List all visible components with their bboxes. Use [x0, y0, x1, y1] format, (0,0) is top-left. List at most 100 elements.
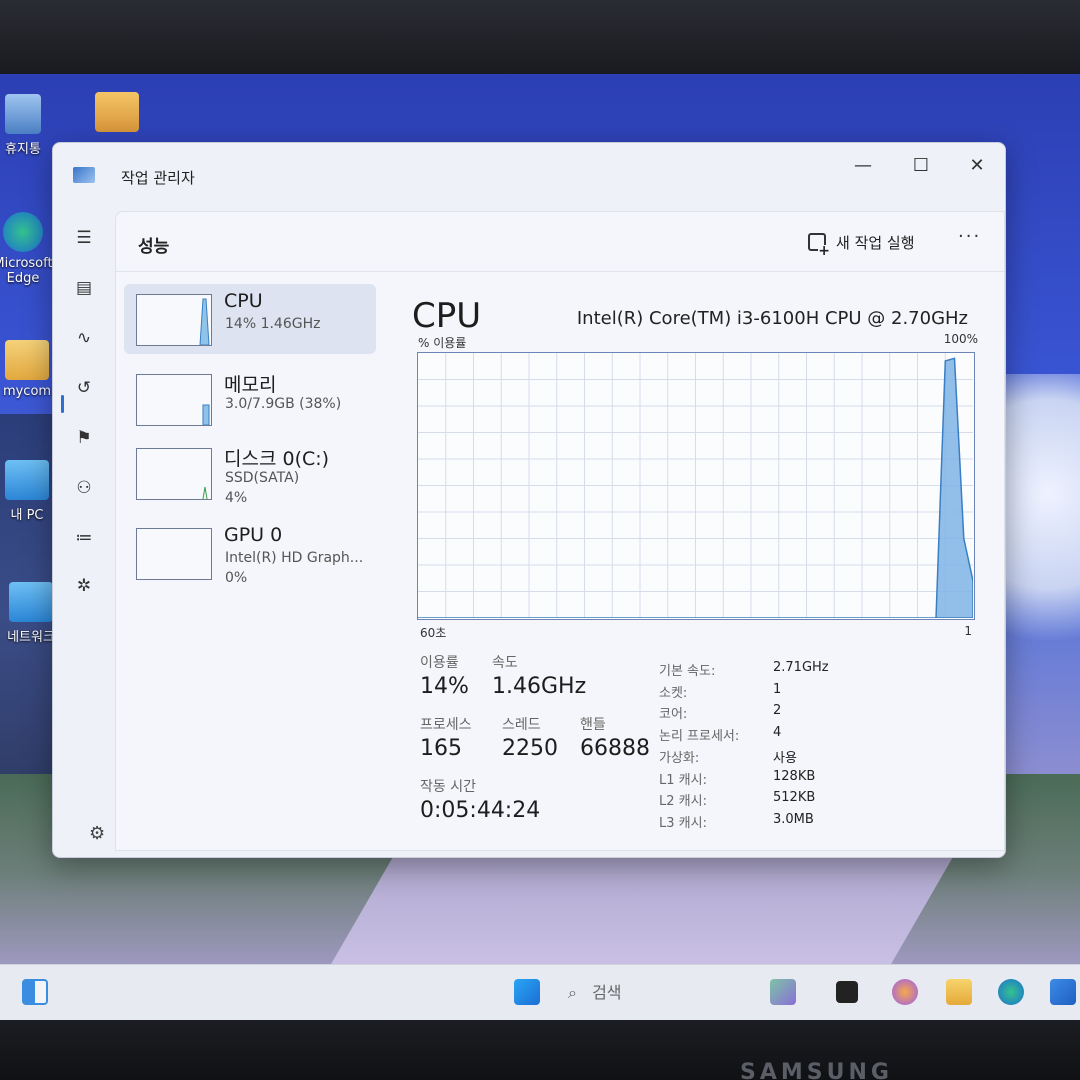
- folder-icon: [5, 340, 49, 380]
- spec-key: L1 캐시:: [659, 772, 707, 788]
- hamburger-menu-icon[interactable]: ☰: [73, 227, 95, 249]
- desktop-icon-label: 휴지통: [5, 142, 41, 157]
- device-thumbnail: [136, 528, 212, 580]
- taskbar: ⌕ 검색: [0, 964, 1080, 1020]
- desktop-icon-edge[interactable]: Microsoft Edge: [0, 212, 58, 286]
- task-view-icon[interactable]: [836, 981, 858, 1003]
- file-explorer-icon[interactable]: [946, 979, 972, 1005]
- copilot-icon[interactable]: [892, 979, 918, 1005]
- y-axis-max-label: 100%: [943, 332, 978, 346]
- spec-value: 2: [773, 703, 782, 719]
- more-options-button[interactable]: ···: [958, 226, 981, 247]
- spec-key: 기본 속도:: [659, 664, 716, 679]
- spec-value: 3.0MB: [773, 811, 814, 827]
- startup-apps-icon[interactable]: ⚑: [73, 427, 95, 449]
- active-indicator: [61, 395, 64, 413]
- spec-value: 사용: [773, 750, 797, 766]
- run-new-task-label: 새 작업 실행: [836, 233, 915, 252]
- performance-icon[interactable]: ∿: [73, 327, 95, 349]
- processes-label: 프로세스: [420, 717, 472, 733]
- search-label: 검색: [592, 983, 622, 1002]
- cpu-graph-svg: [418, 353, 974, 619]
- device-item-memory[interactable]: 메모리 3.0/7.9GB (38%): [124, 364, 376, 434]
- run-new-task-button[interactable]: 새 작업 실행: [808, 228, 915, 257]
- services-icon[interactable]: ✲: [73, 575, 95, 597]
- cpu-detail-panel: CPU Intel(R) Core(TM) i3-6100H CPU @ 2.7…: [406, 290, 986, 850]
- monitor-bezel-top: [0, 0, 1080, 74]
- device-thumbnail: [136, 294, 212, 346]
- device-model: Intel(R) HD Graph...: [225, 550, 364, 566]
- device-stat: 14% 1.46GHz: [225, 316, 321, 332]
- processes-value: 165: [420, 736, 462, 761]
- details-icon[interactable]: ≔: [73, 527, 95, 549]
- desktop-icon-label: 내 PC: [10, 508, 44, 523]
- uptime-label: 작동 시간: [420, 779, 476, 795]
- device-item-gpu[interactable]: GPU 0 Intel(R) HD Graph... 0%: [124, 518, 376, 588]
- x-axis-left-label: 60초: [420, 626, 447, 640]
- wallpaper-road: [325, 854, 955, 964]
- device-name: 메모리: [224, 374, 277, 396]
- copilot-scene-icon[interactable]: [770, 979, 796, 1005]
- spec-value: 1: [773, 681, 782, 697]
- close-button[interactable]: ✕: [957, 151, 997, 181]
- device-name: GPU 0: [224, 524, 283, 546]
- minimize-button[interactable]: —: [843, 151, 883, 181]
- network-icon: [9, 582, 53, 622]
- app-history-icon[interactable]: ↺: [73, 377, 95, 399]
- spec-value: 4: [773, 725, 782, 741]
- device-name: 디스크 0(C:): [224, 448, 330, 470]
- desktop-icon-recycle-bin[interactable]: 휴지통: [0, 94, 58, 157]
- content-pane: 성능 새 작업 실행 ··· CPU 14% 1.46GHz 메모: [115, 211, 1005, 851]
- task-manager-app-icon: [73, 167, 95, 183]
- maximize-button[interactable]: ☐: [901, 151, 941, 181]
- new-task-icon: [808, 233, 831, 257]
- start-menu-icon[interactable]: [514, 979, 540, 1005]
- folder-icon: [95, 92, 139, 132]
- device-thumbnail: [136, 374, 212, 426]
- device-item-cpu[interactable]: CPU 14% 1.46GHz: [124, 284, 376, 354]
- speed-label: 속도: [492, 655, 518, 671]
- users-icon[interactable]: ⚇: [73, 477, 95, 499]
- microsoft-store-icon[interactable]: [1050, 979, 1076, 1005]
- spec-key: 코어:: [659, 707, 688, 723]
- page-title: 성능: [138, 237, 170, 257]
- desktop-icon-label: 네트워크: [7, 630, 55, 645]
- spec-key: 논리 프로세서:: [659, 729, 740, 745]
- device-thumbnail: [136, 448, 212, 500]
- cpu-utilization-graph: [417, 352, 975, 620]
- handles-label: 핸들: [580, 717, 606, 733]
- widgets-icon[interactable]: [22, 979, 48, 1005]
- cpu-mini-graph: [199, 298, 210, 346]
- content-header: 성능 새 작업 실행 ···: [116, 212, 1004, 272]
- device-stat: 3.0/7.9GB (38%): [225, 396, 342, 412]
- settings-gear-icon[interactable]: ⚙: [89, 823, 105, 844]
- navigation-rail: ☰ ▤ ∿ ↺ ⚑ ⚇ ≔ ✲: [53, 209, 115, 849]
- memory-mini-graph: [202, 404, 210, 426]
- spec-key: 가상화:: [659, 750, 700, 766]
- taskbar-search[interactable]: ⌕ 검색: [568, 979, 622, 1003]
- recycle-bin-icon: [5, 94, 41, 134]
- device-stat: 0%: [225, 570, 248, 586]
- edge-icon: [3, 212, 43, 252]
- utilization-value: 14%: [420, 674, 469, 699]
- cpu-model-name: Intel(R) Core(TM) i3-6100H CPU @ 2.70GHz: [576, 308, 968, 329]
- window-title: 작업 관리자: [121, 169, 195, 187]
- spec-value: 512KB: [773, 790, 816, 806]
- spec-key: L3 캐시:: [659, 815, 707, 831]
- detail-title: CPU: [412, 296, 482, 336]
- edge-browser-icon[interactable]: [998, 979, 1024, 1005]
- desktop-icon-label: mycom: [2, 384, 52, 399]
- title-bar[interactable]: 작업 관리자 — ☐ ✕: [53, 143, 1005, 209]
- pc-icon: [5, 460, 49, 500]
- search-icon: ⌕: [568, 983, 577, 1002]
- uptime-value: 0:05:44:24: [420, 798, 541, 823]
- device-stat: 4%: [225, 490, 248, 506]
- monitor-bezel-bottom: [0, 1020, 1080, 1080]
- threads-label: 스레드: [502, 717, 541, 733]
- device-item-disk[interactable]: 디스크 0(C:) SSD(SATA) 4%: [124, 438, 376, 508]
- desktop-icon-label: Microsoft Edge: [0, 256, 53, 286]
- processes-icon[interactable]: ▤: [73, 277, 95, 299]
- desktop-icon-powerpoint-folder[interactable]: [82, 92, 152, 136]
- x-axis-right-label: 1: [964, 624, 972, 638]
- spec-key: L2 캐시:: [659, 794, 707, 810]
